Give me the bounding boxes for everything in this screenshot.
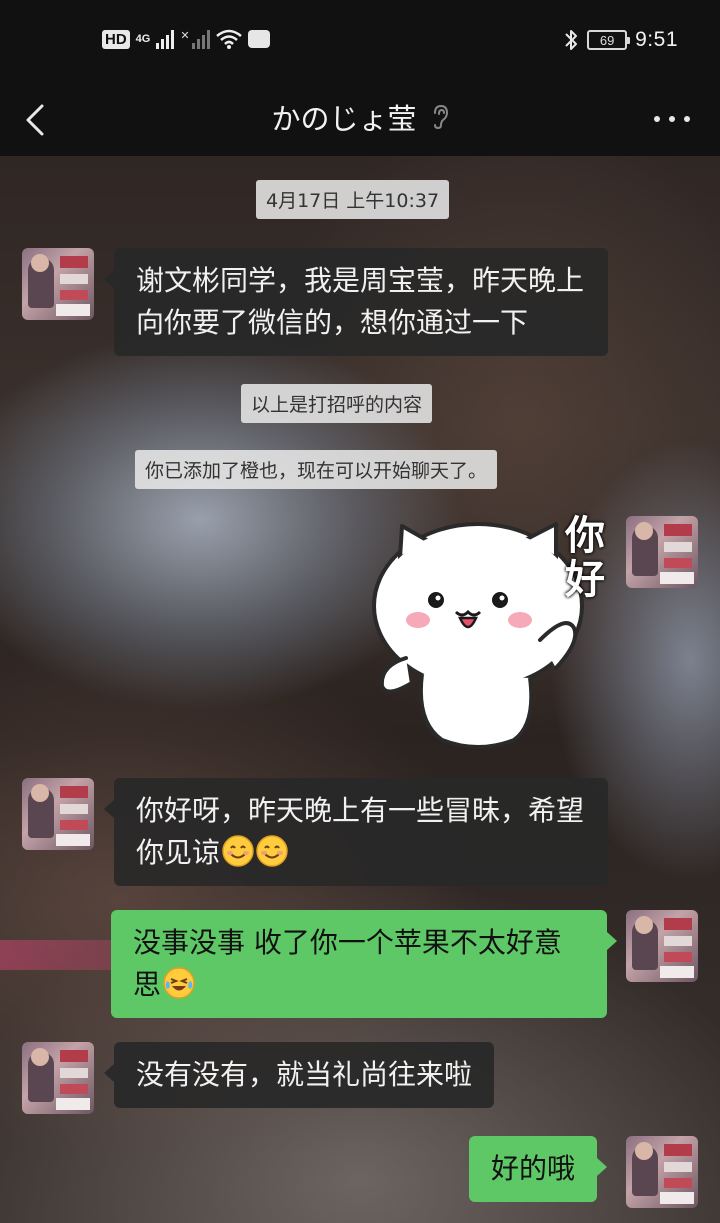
status-bar: HD 4G ✕ 69 9:51 bbox=[0, 0, 720, 84]
smile-emoji bbox=[222, 835, 254, 867]
network-type: 4G bbox=[135, 32, 151, 45]
vendor-badge-icon bbox=[247, 30, 270, 48]
chat-header: かのじょ莹 bbox=[0, 84, 720, 156]
title-group: かのじょ莹 bbox=[0, 96, 720, 138]
message-bubble-incoming[interactable]: 你好呀，昨天晚上有一些冒昧，希望你见谅 bbox=[104, 778, 608, 886]
message-timestamp: 4月17日 上午10:37 bbox=[256, 180, 450, 219]
signal-icon-secondary bbox=[191, 29, 210, 49]
contact-avatar[interactable] bbox=[22, 778, 94, 850]
status-right-group: 69 9:51 bbox=[563, 28, 678, 52]
my-avatar[interactable] bbox=[626, 1136, 698, 1208]
message-text: 你好呀，昨天晚上有一些冒昧，希望你见谅 bbox=[136, 794, 585, 869]
no-signal-mark: ✕ bbox=[180, 30, 190, 42]
message-bubble-incoming[interactable]: 谢文彬同学，我是周宝莹，昨天晚上向你要了微信的，想你通过一下 bbox=[104, 248, 608, 356]
contact-avatar[interactable] bbox=[22, 248, 94, 320]
message-bubble-incoming[interactable]: 没有没有，就当礼尚往来啦 bbox=[103, 1042, 495, 1108]
message-bubble-outgoing[interactable]: 好的哦 bbox=[469, 1136, 608, 1202]
status-left-group: HD 4G ✕ bbox=[102, 29, 270, 49]
sticker-caption: 你好 bbox=[565, 513, 605, 603]
my-avatar[interactable] bbox=[626, 910, 698, 982]
my-avatar[interactable] bbox=[626, 516, 698, 588]
system-message-added: 你已添加了橙也，现在可以开始聊天了。 bbox=[135, 450, 498, 489]
contact-avatar[interactable] bbox=[22, 1042, 94, 1114]
more-button[interactable] bbox=[654, 104, 690, 134]
wifi-icon bbox=[215, 29, 242, 49]
system-message-greeting: 以上是打招呼的内容 bbox=[241, 384, 433, 423]
clock: 9:51 bbox=[635, 28, 678, 51]
more-icon bbox=[654, 116, 660, 122]
laugh-cry-emoji bbox=[163, 967, 195, 999]
battery-icon: 69 bbox=[587, 30, 631, 50]
signal-icon bbox=[156, 29, 175, 49]
hd-badge: HD bbox=[102, 29, 130, 49]
contact-name: かのじょ莹 bbox=[271, 102, 417, 136]
message-text: 没事没事 收了你一个苹果不太好意思 bbox=[133, 926, 562, 1001]
ear-icon bbox=[433, 104, 448, 130]
bluetooth-icon bbox=[565, 30, 578, 50]
battery-level: 69 bbox=[599, 32, 615, 48]
message-bubble-outgoing[interactable]: 没事没事 收了你一个苹果不太好意思 bbox=[111, 910, 617, 1018]
smile-emoji bbox=[256, 835, 288, 867]
